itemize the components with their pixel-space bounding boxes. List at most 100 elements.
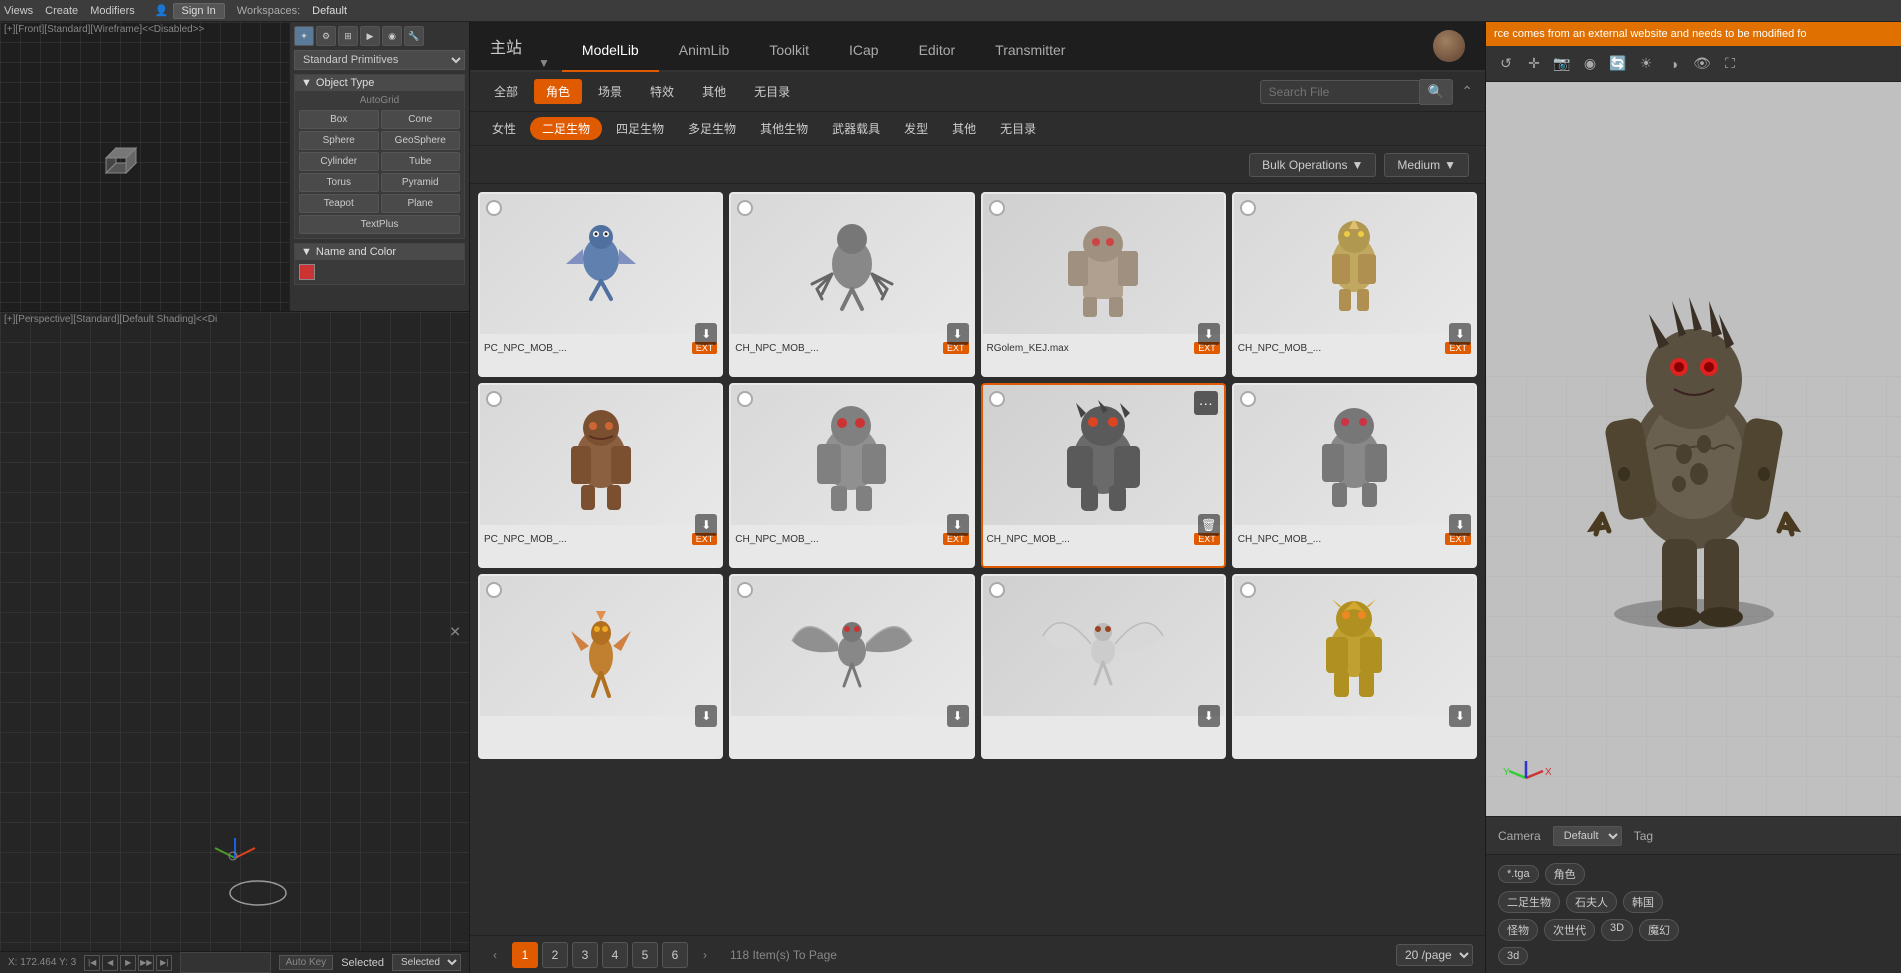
category-all[interactable]: 全部 (482, 79, 530, 104)
tag-magic[interactable]: 魔幻 (1639, 919, 1679, 941)
asset-card-5[interactable]: ⬇ PC_NPC_MOB_... EXT (478, 383, 723, 568)
tag-tga[interactable]: *.tga (1498, 865, 1539, 883)
prev-frame-button[interactable]: |◀ (84, 955, 100, 971)
next-page-btn[interactable]: › (692, 942, 718, 968)
delete-btn-7[interactable]: 🗑 (1198, 514, 1220, 536)
page-1-btn[interactable]: 1 (512, 942, 538, 968)
render-icon[interactable]: ◉ (1578, 52, 1602, 76)
asset-checkbox-12[interactable] (1240, 582, 1256, 598)
preview-3d-area[interactable]: X Y (1486, 82, 1901, 816)
tag-biped[interactable]: 二足生物 (1498, 891, 1560, 913)
subcat-other-creature[interactable]: 其他生物 (750, 117, 818, 140)
asset-card-6[interactable]: ⬇ CH_NPC_MOB_... EXT (729, 383, 974, 568)
asset-checkbox-8[interactable] (1240, 391, 1256, 407)
light-icon[interactable]: ☀ (1634, 52, 1658, 76)
download-btn-10[interactable]: ⬇ (947, 705, 969, 727)
page-6-btn[interactable]: 6 (662, 942, 688, 968)
asset-checkbox-11[interactable] (989, 582, 1005, 598)
cone-button[interactable]: Cone (381, 110, 461, 129)
menu-modifiers[interactable]: Modifiers (90, 5, 135, 17)
download-btn-12[interactable]: ⬇ (1449, 705, 1471, 727)
textplus-button[interactable]: TextPlus (299, 215, 460, 234)
tab-editor[interactable]: Editor (899, 30, 976, 72)
asset-card-1[interactable]: ⬇ PC_NPC_MOB_... EXT (478, 192, 723, 377)
tag-character[interactable]: 角色 (1545, 863, 1585, 885)
subcat-female[interactable]: 女性 (482, 117, 526, 140)
subcat-quadruped[interactable]: 四足生物 (606, 117, 674, 140)
cylinder-button[interactable]: Cylinder (299, 152, 379, 171)
tube-button[interactable]: Tube (381, 152, 461, 171)
reset-icon[interactable]: ↺ (1494, 52, 1518, 76)
asset-checkbox-1[interactable] (486, 200, 502, 216)
more-options-btn-7[interactable]: ··· (1194, 391, 1218, 415)
tag-3d[interactable]: 3D (1601, 919, 1633, 941)
close-icon[interactable]: ✕ (449, 623, 461, 640)
pyramid-button[interactable]: Pyramid (381, 173, 461, 192)
plane-button[interactable]: Plane (381, 194, 461, 213)
auto-key-button[interactable]: Auto Key (279, 955, 334, 970)
asset-checkbox-7[interactable] (989, 391, 1005, 407)
download-btn-9[interactable]: ⬇ (695, 705, 717, 727)
viewport-front[interactable]: [+][Front][Standard][Wireframe]<<Disable… (0, 22, 289, 311)
sign-in-button[interactable]: Sign In (173, 3, 225, 19)
tag-monster[interactable]: 怪物 (1498, 919, 1538, 941)
tag-korea[interactable]: 韩国 (1623, 891, 1663, 913)
contrast-icon[interactable]: ◑ (1662, 52, 1686, 76)
download-btn-6[interactable]: ⬇ (947, 514, 969, 536)
user-avatar[interactable] (1433, 30, 1465, 62)
category-scene[interactable]: 场景 (586, 79, 634, 104)
primitives-dropdown[interactable]: Standard Primitives (294, 50, 465, 70)
fullscreen-icon[interactable]: ⛶ (1718, 52, 1742, 76)
refresh-icon[interactable]: 🔄 (1606, 52, 1630, 76)
prev-page-btn[interactable]: ‹ (482, 942, 508, 968)
asset-card-7[interactable]: ··· (981, 383, 1226, 568)
tab-toolkit[interactable]: Toolkit (749, 30, 829, 72)
category-other[interactable]: 其他 (690, 79, 738, 104)
asset-checkbox-9[interactable] (486, 582, 502, 598)
next-button[interactable]: ▶▶ (138, 955, 154, 971)
mode-select[interactable]: Selected (392, 954, 461, 971)
prev-button[interactable]: ◀ (102, 955, 118, 971)
asset-card-9[interactable]: ⬇ (478, 574, 723, 759)
utilities-cmd-icon[interactable]: 🔧 (404, 26, 424, 46)
next-frame-button[interactable]: ▶| (156, 955, 172, 971)
play-button[interactable]: ▶ (120, 955, 136, 971)
asset-card-2[interactable]: ⬇ CH_NPC_MOB_... EXT (729, 192, 974, 377)
tab-animlib[interactable]: AnimLib (659, 30, 750, 72)
color-swatch[interactable] (299, 264, 315, 280)
display-cmd-icon[interactable]: ◉ (382, 26, 402, 46)
camera-icon[interactable]: 📷 (1550, 52, 1574, 76)
category-character[interactable]: 角色 (534, 79, 582, 104)
eye-icon[interactable]: 👁 (1690, 52, 1714, 76)
download-btn-1[interactable]: ⬇ (695, 323, 717, 345)
camera-dropdown[interactable]: Default (1553, 826, 1622, 846)
tag-3d-lower[interactable]: 3d (1498, 947, 1528, 965)
category-effects[interactable]: 特效 (638, 79, 686, 104)
subcat-weapons[interactable]: 武器载具 (822, 117, 890, 140)
menu-views[interactable]: Views (4, 5, 33, 17)
workspace-value[interactable]: Default (312, 5, 347, 17)
asset-card-8[interactable]: ⬇ CH_NPC_MOB_... EXT (1232, 383, 1477, 568)
box-button[interactable]: Box (299, 110, 379, 129)
page-2-btn[interactable]: 2 (542, 942, 568, 968)
menu-create[interactable]: Create (45, 5, 78, 17)
asset-card-10[interactable]: ⬇ (729, 574, 974, 759)
subcat-other2[interactable]: 其他 (942, 117, 986, 140)
sphere-button[interactable]: Sphere (299, 131, 379, 150)
collapse-icon[interactable]: ⌃ (1461, 83, 1473, 100)
modify-cmd-icon[interactable]: ⚙ (316, 26, 336, 46)
hierarchy-cmd-icon[interactable]: ⊞ (338, 26, 358, 46)
download-btn-5[interactable]: ⬇ (695, 514, 717, 536)
tag-stone-woman[interactable]: 石夫人 (1566, 891, 1617, 913)
page-3-btn[interactable]: 3 (572, 942, 598, 968)
search-button[interactable]: 🔍 (1420, 79, 1454, 105)
viewport-perspective[interactable]: [+][Perspective][Standard][Default Shadi… (0, 312, 469, 951)
create-cmd-icon[interactable]: ✦ (294, 26, 314, 46)
per-page-select[interactable]: 20 /page (1396, 944, 1473, 966)
subcat-multiped[interactable]: 多足生物 (678, 117, 746, 140)
download-btn-2[interactable]: ⬇ (947, 323, 969, 345)
tag-nextgen[interactable]: 次世代 (1544, 919, 1595, 941)
asset-card-4[interactable]: ⬇ CH_NPC_MOB_... EXT (1232, 192, 1477, 377)
asset-card-3[interactable]: ⬇ RGolem_KEJ.max EXT (981, 192, 1226, 377)
subcat-biped[interactable]: 二足生物 (530, 117, 602, 140)
